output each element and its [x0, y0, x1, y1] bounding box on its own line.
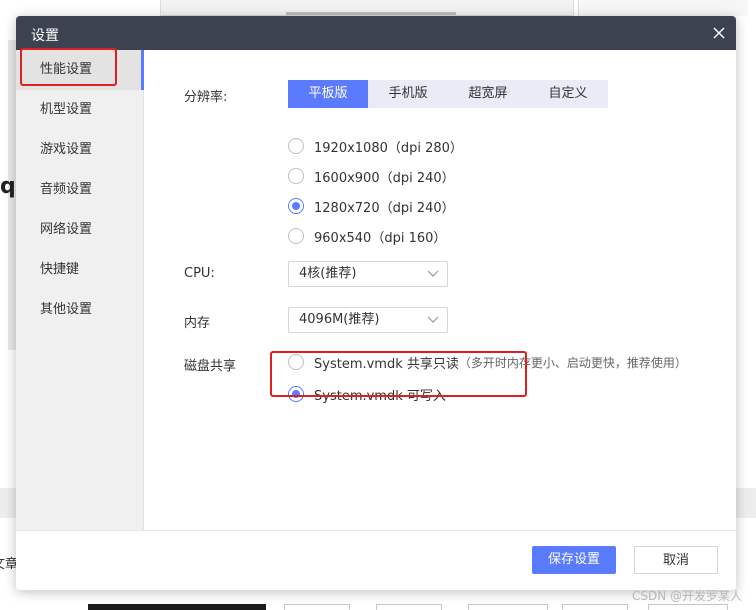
tab-ultrawide[interactable]: 超宽屏 — [448, 80, 528, 108]
cpu-label: CPU: — [184, 266, 215, 281]
memory-select[interactable]: 4096M(推荐) — [288, 307, 448, 333]
background-button — [284, 604, 350, 610]
sidebar-item-label: 机型设置 — [40, 102, 93, 117]
sidebar-item-other[interactable]: 其他设置 — [16, 290, 144, 330]
sidebar-item-game[interactable]: 游戏设置 — [16, 130, 144, 170]
tab-tablet[interactable]: 平板版 — [288, 80, 368, 108]
background-panel — [160, 0, 574, 16]
radio-button[interactable] — [288, 138, 304, 154]
resolution-option[interactable]: 960x540（dpi 160） — [288, 226, 446, 246]
dialog-title: 设置 — [31, 28, 59, 44]
sidebar-item-shortcuts[interactable]: 快捷键 — [16, 250, 144, 290]
sidebar-item-label: 游戏设置 — [40, 142, 93, 157]
resolution-option-label: 1600x900（dpi 240） — [314, 170, 455, 186]
disk-share-option[interactable]: System.vmdk 共享只读 （多开时内存更小、启动更快，推荐使用） — [288, 352, 687, 372]
cpu-select-value: 4核(推荐) — [299, 266, 357, 281]
dialog-footer: 保存设置 取消 — [16, 530, 736, 590]
save-button[interactable]: 保存设置 — [532, 546, 616, 574]
cpu-select[interactable]: 4核(推荐) — [288, 261, 448, 287]
background-button — [468, 604, 548, 610]
memory-label: 内存 — [184, 316, 211, 331]
disk-share-option-hint: （多开时内存更小、启动更快，推荐使用） — [458, 355, 687, 370]
settings-content: 分辨率: 平板版 手机版 超宽屏 自定义 1920x1080（dpi 280） … — [144, 50, 736, 530]
background-button — [648, 604, 728, 610]
close-icon[interactable] — [708, 22, 730, 44]
sidebar-item-network[interactable]: 网络设置 — [16, 210, 144, 250]
sidebar-item-label: 快捷键 — [40, 262, 80, 277]
sidebar-item-label: 性能设置 — [40, 62, 93, 77]
background-left-glyph: q — [0, 174, 16, 199]
resolution-option[interactable]: 1600x900（dpi 240） — [288, 166, 455, 186]
sidebar-item-label: 其他设置 — [40, 302, 93, 317]
chevron-down-icon — [427, 270, 439, 277]
cancel-button[interactable]: 取消 — [634, 546, 718, 574]
background-button — [562, 604, 628, 610]
resolution-option-label: 1280x720（dpi 240） — [314, 200, 455, 216]
resolution-option-label: 1920x1080（dpi 280） — [314, 140, 463, 156]
radio-button-checked[interactable] — [288, 386, 304, 402]
resolution-tabs: 平板版 手机版 超宽屏 自定义 — [288, 80, 608, 108]
sidebar-item-label: 网络设置 — [40, 222, 93, 237]
disk-share-option[interactable]: System.vmdk 可写入 — [288, 384, 446, 404]
background-button — [376, 604, 442, 610]
sidebar-item-device-model[interactable]: 机型设置 — [16, 90, 144, 130]
background-bar — [286, 12, 456, 15]
resolution-option-label: 960x540（dpi 160） — [314, 230, 447, 246]
sidebar-item-performance[interactable]: 性能设置 — [16, 50, 144, 90]
resolution-option[interactable]: 1280x720（dpi 240） — [288, 196, 455, 216]
resolution-label: 分辨率: — [184, 90, 228, 105]
radio-button-checked[interactable] — [288, 198, 304, 214]
tab-custom[interactable]: 自定义 — [528, 80, 608, 108]
resolution-option[interactable]: 1920x1080（dpi 280） — [288, 136, 463, 156]
radio-button[interactable] — [288, 168, 304, 184]
sidebar-item-audio[interactable]: 音频设置 — [16, 170, 144, 210]
memory-select-value: 4096M(推荐) — [299, 312, 380, 327]
radio-button[interactable] — [288, 228, 304, 244]
settings-sidebar: 性能设置 机型设置 游戏设置 音频设置 网络设置 快捷键 其他设置 — [16, 50, 144, 530]
background-thumbnail — [88, 604, 266, 610]
settings-dialog: 设置 性能设置 机型设置 游戏设置 音频设置 网络设置 快捷键 其他设置 分辨率… — [16, 16, 736, 590]
dialog-titlebar: 设置 — [16, 16, 736, 50]
sidebar-item-label: 音频设置 — [40, 182, 93, 197]
disk-share-label: 磁盘共享 — [184, 359, 237, 374]
background-panel-right — [578, 0, 748, 16]
disk-share-option-label: System.vmdk 可写入 — [314, 388, 446, 404]
radio-button[interactable] — [288, 354, 304, 370]
disk-share-option-label: System.vmdk 共享只读 — [314, 356, 459, 372]
tab-phone[interactable]: 手机版 — [368, 80, 448, 108]
chevron-down-icon — [427, 316, 439, 323]
watermark: CSDN @开发罗某人 — [631, 589, 742, 603]
